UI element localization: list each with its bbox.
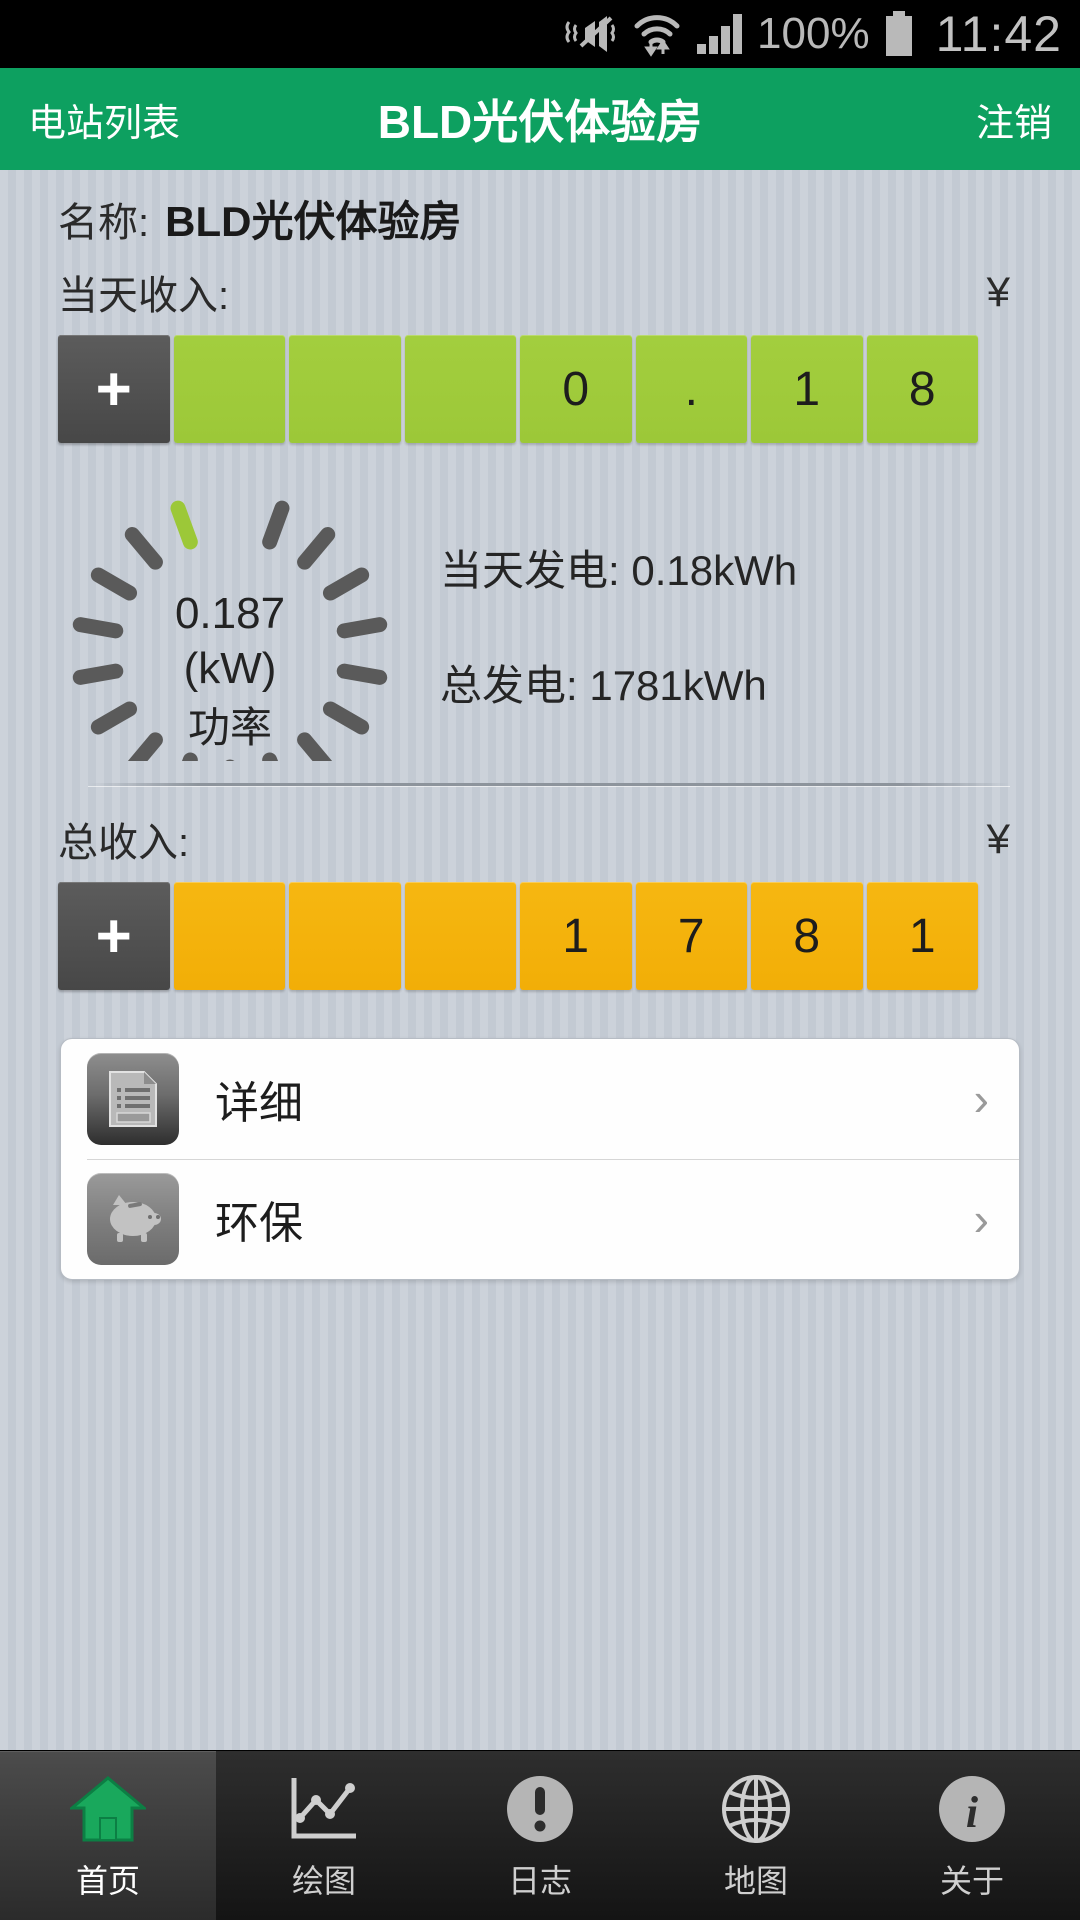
bottom-tab-bar: 首页 绘图 日志 地图 i 关于 [0,1750,1080,1920]
detail-list-card: 详细 › 环保 › [60,1038,1020,1280]
info-circle-icon: i [934,1770,1010,1848]
plant-name-value: BLD光伏体验房 [165,198,462,245]
tab-map[interactable]: 地图 [648,1751,864,1920]
gauge-tick [297,527,336,570]
tab-chart[interactable]: 绘图 [216,1751,432,1920]
back-to-plant-list-button[interactable]: 电站列表 [28,92,180,147]
total-income-digits: + 1 7 8 1 [58,882,978,990]
today-income-cell: . [635,335,747,443]
plant-name-row: 名称: BLD光伏体验房 [0,170,1080,249]
line-chart-icon [286,1770,362,1848]
action-bar: 电站列表 BLD光伏体验房 注销 [0,68,1080,170]
signal-bars-icon [695,12,745,56]
gauge-tick [170,500,198,550]
exclamation-circle-icon [502,1770,578,1848]
status-bar: 100% 11:42 [0,0,1080,68]
power-value: 0.187 [174,589,286,638]
power-overview: 0.187 (kW) 功率 当天发电: 0.18kWh 总发电: 1781kWh [0,461,1080,761]
today-income-cell: 8 [866,335,978,443]
chevron-right-icon: › [973,1193,989,1245]
svg-text:i: i [966,1788,979,1837]
piggy-bank-icon [87,1173,179,1265]
wifi-data-icon [631,10,683,58]
total-income-cell [404,882,516,990]
power-gauge-labels: 0.187 (kW) 功率 [40,587,420,754]
globe-icon [718,1770,794,1848]
today-income-cell [404,335,516,443]
tab-label: 首页 [75,1862,140,1899]
today-income-cell: 1 [751,335,863,443]
today-income-currency-icon: ¥ [986,268,1010,315]
total-generation-text: 总发电: 1781kWh [440,662,767,709]
gauge-tick [124,527,163,570]
tab-label: 地图 [723,1862,788,1899]
list-item-environment[interactable]: 环保 › [61,1159,1019,1279]
power-unit: (kW) [183,643,277,693]
today-income-digits: + 0 . 1 8 [58,335,978,443]
tab-label: 绘图 [291,1862,356,1899]
tab-home[interactable]: 首页 [0,1751,216,1920]
vibrate-mute-icon [563,12,619,56]
today-generation-text: 当天发电: 0.18kWh [440,547,798,594]
total-income-cell: 1 [520,882,632,990]
total-income-cell: 7 [635,882,747,990]
today-income-plus-cell: + [58,335,170,443]
today-income-label: 当天收入: [58,274,230,318]
gauge-tick [181,752,198,761]
battery-percent-label: 100% [757,9,870,58]
tab-about[interactable]: i 关于 [864,1751,1080,1920]
total-income-cell: 8 [751,882,863,990]
list-item-detail[interactable]: 详细 › [61,1039,1019,1159]
today-income-cell [289,335,401,443]
clock-label: 11:42 [935,6,1062,62]
list-item-label: 环保 [215,1199,303,1248]
total-income-cell: 1 [866,882,978,990]
tab-label: 日志 [507,1862,572,1899]
tab-log[interactable]: 日志 [432,1751,648,1920]
list-item-label: 详细 [215,1079,303,1128]
document-icon [87,1053,179,1145]
total-income-header: 总收入: ¥ [0,786,1080,868]
total-income-label: 总收入: [58,821,190,865]
today-income-cell: 0 [520,335,632,443]
logout-button[interactable]: 注销 [976,92,1052,147]
tab-label: 关于 [939,1862,1004,1899]
power-caption: 功率 [187,704,272,752]
gauge-tick [262,752,279,761]
total-income-cell [289,882,401,990]
plant-name-label: 名称: [58,201,150,245]
total-income-plus-cell: + [58,882,170,990]
today-income-header: 当天收入: ¥ [0,249,1080,321]
battery-icon [882,10,916,58]
generation-stats: 当天发电: 0.18kWh 总发电: 1781kWh [440,537,797,713]
chevron-right-icon: › [973,1073,989,1125]
main-content: 名称: BLD光伏体验房 当天收入: ¥ + 0 . 1 8 0.187 (kW… [0,170,1080,1750]
total-income-currency-icon: ¥ [986,815,1010,862]
total-income-cell [173,882,285,990]
home-icon [70,1770,146,1848]
gauge-tick [262,500,290,550]
today-income-cell [173,335,285,443]
power-gauge: 0.187 (kW) 功率 [40,461,420,761]
